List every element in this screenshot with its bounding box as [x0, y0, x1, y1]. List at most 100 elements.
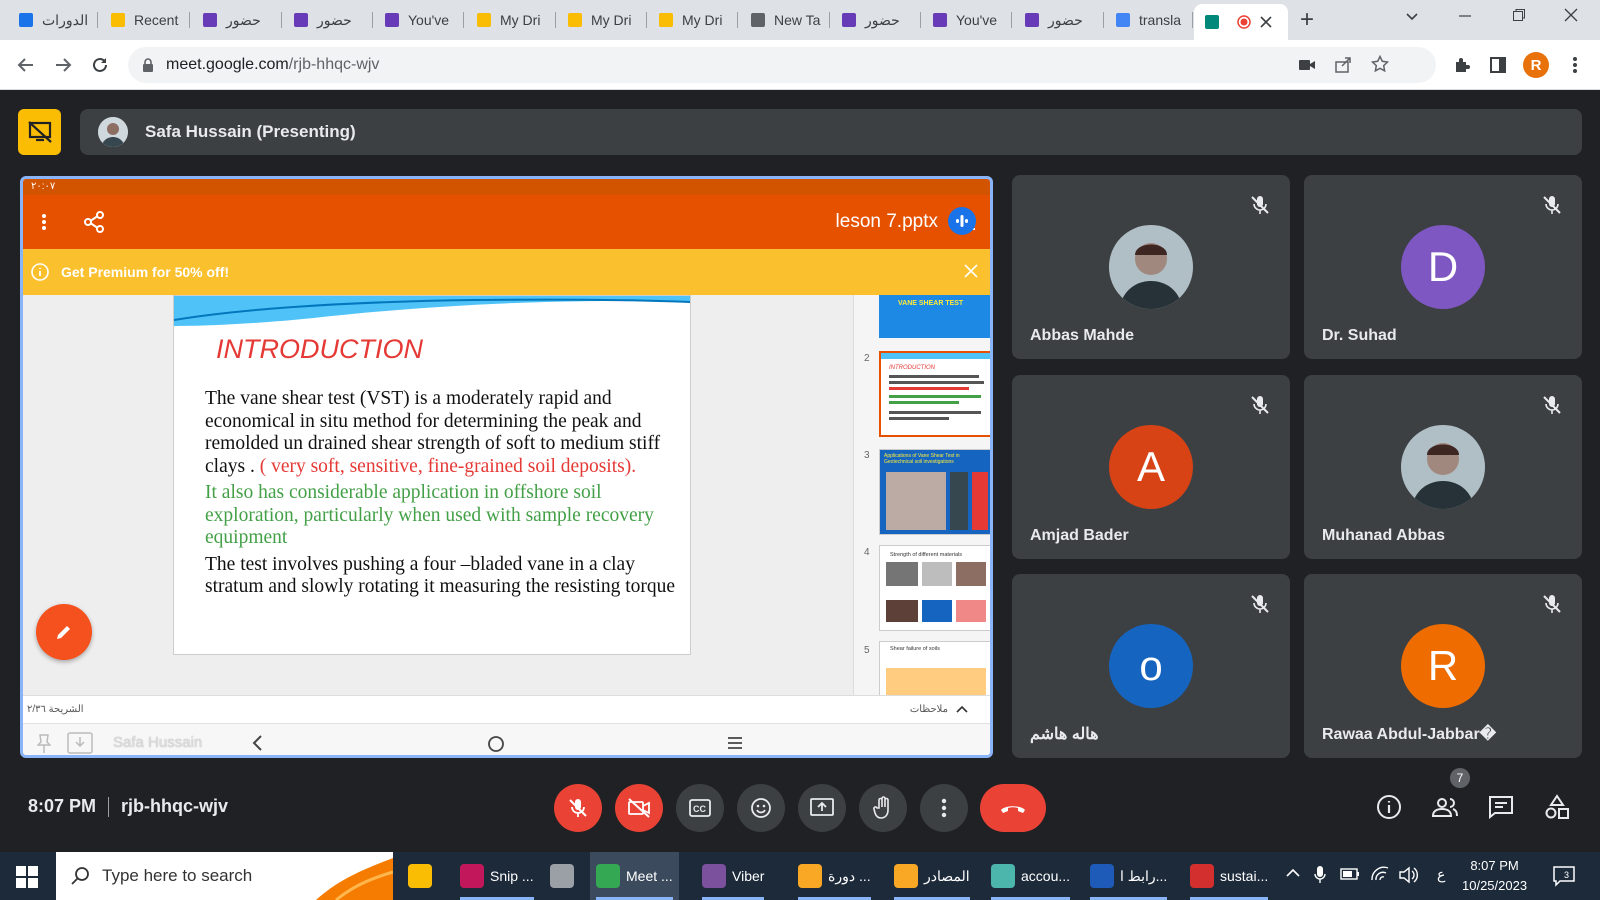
- edit-pencil-button[interactable]: [36, 604, 92, 660]
- battery-icon[interactable]: [1340, 867, 1360, 881]
- presenter-bar: Safa Hussain (Presenting): [80, 109, 1582, 155]
- taskbar-app[interactable]: accou...: [985, 852, 1076, 900]
- reload-icon[interactable]: [88, 53, 112, 77]
- browser-tab[interactable]: My Dri: [557, 4, 647, 36]
- pin-icon[interactable]: [37, 734, 51, 754]
- address-bar[interactable]: meet.google.com/rjb-hhqc-wjv: [128, 47, 1436, 83]
- taskbar-search-box[interactable]: Type here to search: [56, 852, 393, 900]
- raise-hand-button[interactable]: [859, 784, 907, 832]
- browser-tab[interactable]: الدورات: [8, 4, 98, 36]
- show-hidden-icons-chevron-icon[interactable]: [1286, 868, 1300, 878]
- close-banner-icon[interactable]: [964, 264, 978, 278]
- presentation-screen[interactable]: ٢٠:٠٧ leson 7.pptx Get Premium for 50% o…: [20, 176, 993, 758]
- slide-thumbnail[interactable]: Applications of Vane Shear Test in Geote…: [879, 449, 990, 535]
- browser-tab[interactable]: My Dri: [648, 4, 738, 36]
- browser-tab[interactable]: حضور: [831, 4, 921, 36]
- meeting-details-button[interactable]: [1374, 792, 1404, 822]
- restore-icon[interactable]: [1512, 8, 1526, 22]
- captions-button[interactable]: CC: [676, 784, 724, 832]
- app-icon: [798, 864, 822, 888]
- share-icon[interactable]: [1334, 56, 1352, 74]
- reactions-button[interactable]: [737, 784, 785, 832]
- participant-tile[interactable]: o هاله هاشم: [1012, 574, 1290, 758]
- slide-thumbnail-active[interactable]: INTRODUCTION: [879, 351, 990, 437]
- nav-presenter-name: Safa Hussain: [113, 734, 203, 751]
- forward-arrow-icon[interactable]: [51, 53, 75, 77]
- browser-tab[interactable]: Recent: [100, 4, 190, 36]
- tab-active[interactable]: [1194, 4, 1288, 40]
- participant-tile[interactable]: Muhanad Abbas: [1304, 375, 1582, 559]
- back-arrow-icon[interactable]: [14, 53, 38, 77]
- download-icon[interactable]: [67, 732, 93, 754]
- mic-off-icon: [1248, 592, 1272, 616]
- premium-banner[interactable]: Get Premium for 50% off!: [23, 249, 990, 295]
- mic-off-button[interactable]: [554, 784, 602, 832]
- taskbar-app[interactable]: [544, 852, 580, 900]
- more-options-button[interactable]: [920, 784, 968, 832]
- chevron-up-icon[interactable]: [956, 704, 968, 714]
- participant-tile[interactable]: A Amjad Bader: [1012, 375, 1290, 559]
- nav-home-icon[interactable]: [487, 735, 505, 753]
- browser-tab[interactable]: You've: [374, 4, 464, 36]
- taskbar-app[interactable]: sustai...: [1184, 852, 1274, 900]
- taskbar-app[interactable]: Viber: [696, 852, 770, 900]
- info-icon: [1377, 795, 1401, 819]
- slide-thumbnail[interactable]: VANE SHEAR TEST: [879, 295, 990, 338]
- slide-counter: الشريحة ٢/٣٦: [27, 704, 84, 715]
- chrome-menu-icon[interactable]: [1563, 53, 1587, 77]
- tab-search-chevron-icon[interactable]: [1404, 8, 1420, 24]
- microphone-tray-icon[interactable]: [1314, 865, 1326, 885]
- notifications-icon[interactable]: 3: [1552, 865, 1576, 887]
- browser-tab[interactable]: My Dri: [466, 4, 556, 36]
- file-name: leson 7.pptx: [835, 211, 938, 232]
- windows-start-icon[interactable]: [16, 866, 38, 888]
- nav-recents-icon[interactable]: [727, 736, 743, 750]
- browser-tab[interactable]: transla: [1105, 4, 1193, 36]
- bookmark-star-icon[interactable]: [1371, 55, 1389, 73]
- camera-off-button[interactable]: [615, 784, 663, 832]
- taskbar-app[interactable]: [402, 852, 438, 900]
- profile-avatar[interactable]: R: [1523, 52, 1549, 78]
- notes-bar[interactable]: الشريحة ٢/٣٦ ملاحظات: [23, 695, 990, 723]
- close-tab-icon[interactable]: [1260, 16, 1272, 28]
- input-language[interactable]: ع: [1437, 866, 1445, 883]
- wifi-icon[interactable]: [1370, 866, 1390, 882]
- tab-label: حضور: [226, 11, 261, 28]
- present-screen-button[interactable]: [798, 784, 846, 832]
- taskbar-app[interactable]: المصادر: [888, 852, 976, 900]
- people-button[interactable]: [1430, 792, 1460, 822]
- side-panel-icon[interactable]: [1486, 53, 1510, 77]
- stop-presenting-icon[interactable]: [18, 109, 61, 155]
- browser-tab[interactable]: حضور: [283, 4, 373, 36]
- volume-icon[interactable]: [1398, 866, 1418, 884]
- leave-call-button[interactable]: [980, 784, 1046, 832]
- taskbar-app[interactable]: دورة ...: [792, 852, 877, 900]
- nav-back-icon[interactable]: [251, 734, 263, 752]
- more-vert-icon[interactable]: [41, 213, 47, 231]
- premium-text: Get Premium for 50% off!: [61, 264, 230, 280]
- share-icon[interactable]: [83, 211, 105, 233]
- new-tab-button[interactable]: +: [1300, 8, 1314, 32]
- close-window-icon[interactable]: [1564, 8, 1578, 22]
- browser-tab[interactable]: حضور: [192, 4, 282, 36]
- activities-button[interactable]: [1542, 792, 1572, 822]
- browser-tab[interactable]: حضور: [1014, 4, 1104, 36]
- participant-tile[interactable]: R Rawaa Abdul-Jabbar�: [1304, 574, 1582, 758]
- camera-indicator-icon[interactable]: [1298, 57, 1316, 73]
- browser-tab[interactable]: New Ta: [740, 4, 830, 36]
- chat-button[interactable]: [1486, 792, 1516, 822]
- taskbar-app[interactable]: رابط ا...: [1084, 852, 1173, 900]
- participant-tile[interactable]: D Dr. Suhad: [1304, 175, 1582, 359]
- extensions-puzzle-icon[interactable]: [1450, 53, 1474, 77]
- minimize-icon[interactable]: [1458, 8, 1472, 22]
- slide-viewer[interactable]: INTRODUCTION The vane shear test (VST) i…: [23, 295, 853, 695]
- participant-tile[interactable]: Abbas Mahde: [1012, 175, 1290, 359]
- slide-thumbnail[interactable]: Strength of different materials: [879, 545, 990, 631]
- app-icon: [550, 864, 574, 888]
- slide-thumbnail[interactable]: Shear failure of soils: [879, 641, 990, 701]
- browser-tab[interactable]: You've: [922, 4, 1012, 36]
- taskbar-app[interactable]: Snip ...: [454, 852, 540, 900]
- taskbar-clock[interactable]: 8:07 PM 10/25/2023: [1462, 856, 1527, 896]
- taskbar-app[interactable]: Meet ...: [590, 852, 679, 900]
- participant-name: Muhanad Abbas: [1322, 527, 1445, 544]
